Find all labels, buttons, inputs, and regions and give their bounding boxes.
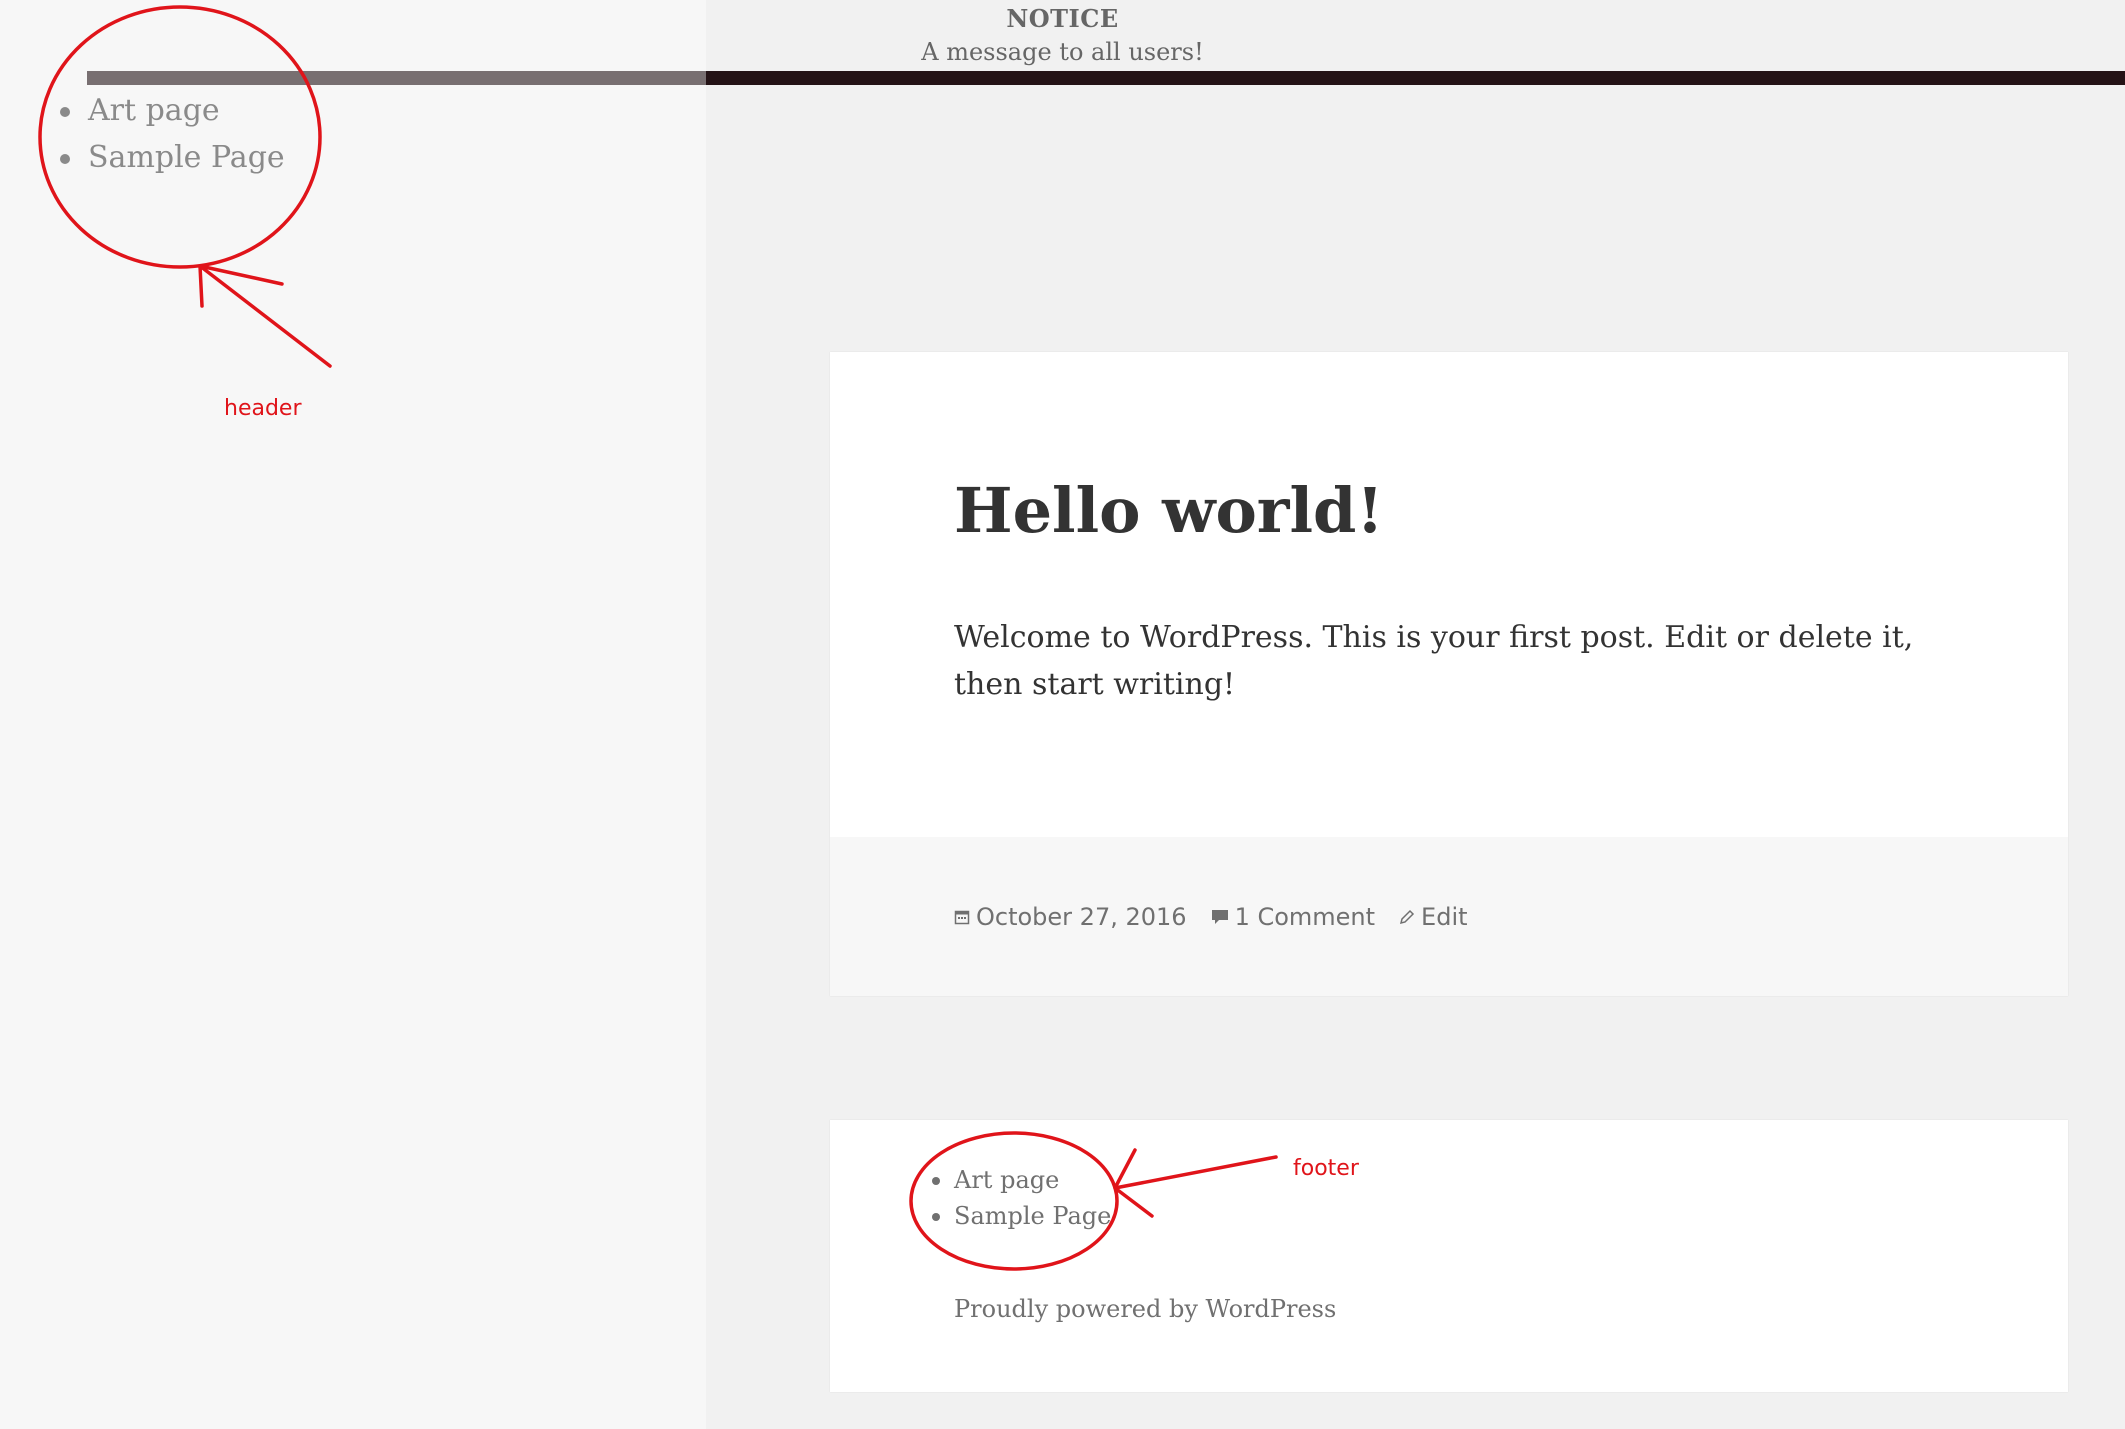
post-footer: October 27, 2016 1 Comment Edit (830, 837, 2068, 996)
powered-by-link[interactable]: Proudly powered by WordPress (954, 1295, 1336, 1323)
sidebar-background (0, 0, 706, 1429)
post-edit-link[interactable]: Edit (1399, 903, 1468, 931)
notice-title: NOTICE (1006, 4, 1119, 33)
calendar-icon (954, 910, 970, 925)
post-card: Hello world! Welcome to WordPress. This … (830, 352, 2068, 996)
footer-menu-item-label[interactable]: Sample Page (954, 1202, 1111, 1230)
header-annotation-label: header (224, 396, 302, 421)
post-content: Welcome to WordPress. This is your first… (954, 620, 1914, 702)
bullet-icon (932, 1177, 940, 1185)
footer-menu-item-sample-page[interactable]: Sample Page (932, 1198, 1111, 1234)
post-comments-label[interactable]: 1 Comment (1235, 903, 1375, 931)
site-footer: Art page Sample Page Proudly powered by … (830, 1120, 2068, 1392)
post-meta: October 27, 2016 1 Comment Edit (954, 903, 1492, 931)
header-menu-item-label[interactable]: Sample Page (88, 140, 285, 175)
footer-menu-item-label[interactable]: Art page (954, 1166, 1059, 1194)
post-date-label[interactable]: October 27, 2016 (976, 903, 1187, 931)
post-comments-link[interactable]: 1 Comment (1211, 903, 1375, 931)
bullet-icon (60, 107, 70, 117)
notice-message: A message to all users! (921, 38, 1204, 66)
post-edit-label[interactable]: Edit (1421, 903, 1467, 931)
header-menu-item-art-page[interactable]: Art page (55, 88, 285, 135)
bullet-icon (60, 154, 70, 164)
notice-banner: NOTICE A message to all users! (0, 0, 2125, 70)
header-bar-light (87, 71, 706, 85)
pencil-icon (1400, 909, 1415, 925)
footer-annotation-label: footer (1293, 1156, 1359, 1181)
header-menu: Art page Sample Page (55, 88, 285, 182)
header-menu-item-sample-page[interactable]: Sample Page (55, 135, 285, 182)
post-date[interactable]: October 27, 2016 (954, 903, 1187, 931)
comment-icon (1211, 910, 1228, 924)
post-title[interactable]: Hello world! (954, 474, 1384, 547)
footer-menu: Art page Sample Page (932, 1162, 1111, 1234)
footer-menu-item-art-page[interactable]: Art page (932, 1162, 1111, 1198)
header-bar-dark (706, 71, 2125, 85)
header-menu-item-label[interactable]: Art page (88, 93, 220, 128)
bullet-icon (932, 1213, 940, 1221)
